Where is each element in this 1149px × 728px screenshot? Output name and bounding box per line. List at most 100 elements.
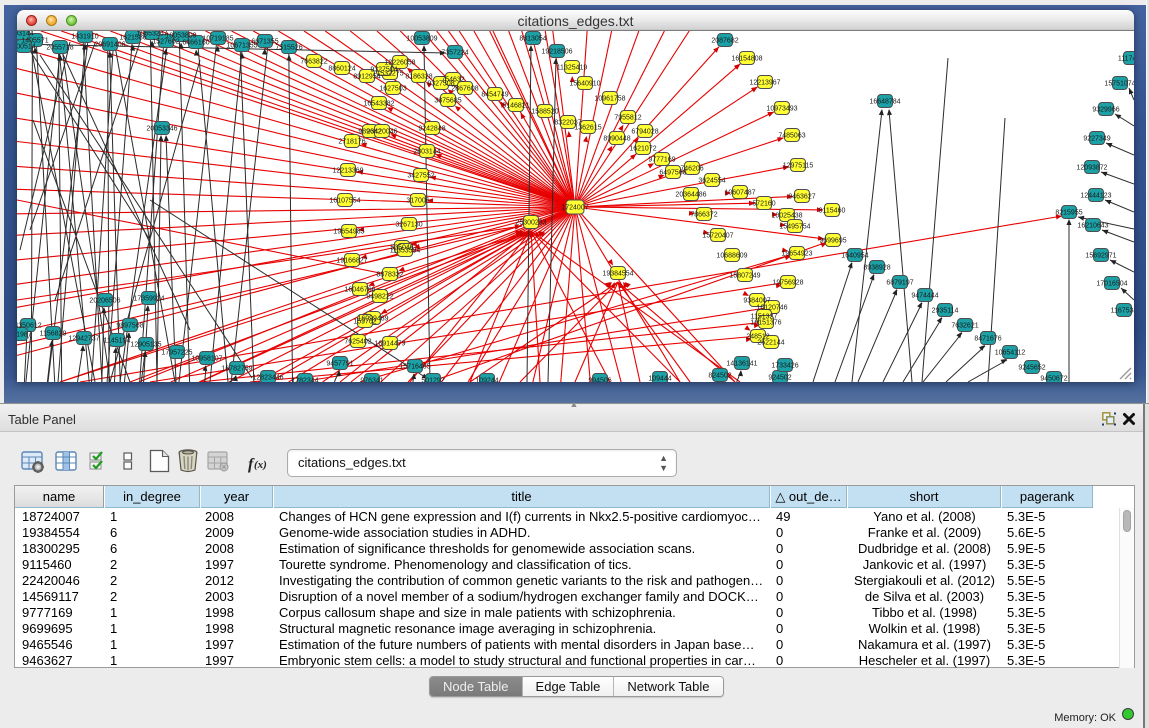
svg-text:9115460: 9115460 xyxy=(819,208,846,215)
svg-text:10973493: 10973493 xyxy=(766,106,797,113)
svg-text:9463627: 9463627 xyxy=(788,194,815,201)
svg-text:16154808: 16154808 xyxy=(731,56,762,63)
svg-text:991987: 991987 xyxy=(17,332,32,339)
svg-text:10607487: 10607487 xyxy=(724,190,755,197)
svg-text:1724007: 1724007 xyxy=(561,205,588,212)
svg-text:6879197: 6879197 xyxy=(886,280,913,287)
svg-text:1527602: 1527602 xyxy=(152,39,179,46)
svg-text:159702: 159702 xyxy=(353,319,376,326)
svg-text:1362615: 1362615 xyxy=(574,125,601,132)
svg-text:19654923: 19654923 xyxy=(781,251,812,258)
svg-text:19756928: 19756928 xyxy=(772,280,803,287)
svg-text:317006: 317006 xyxy=(406,198,429,205)
svg-text:17016504: 17016504 xyxy=(1096,281,1127,288)
svg-text:16120746: 16120746 xyxy=(756,305,787,312)
svg-text:9699695: 9699695 xyxy=(819,238,846,245)
svg-text:12213369: 12213369 xyxy=(332,168,363,175)
svg-text:9897568: 9897568 xyxy=(116,323,143,330)
svg-text:9329966: 9329966 xyxy=(1092,107,1119,114)
svg-text:746206: 746206 xyxy=(680,166,703,173)
svg-text:3624554: 3624554 xyxy=(698,178,725,185)
svg-text:9146821: 9146821 xyxy=(502,103,529,110)
svg-text:12444123: 12444123 xyxy=(1080,193,1111,200)
svg-text:15751074: 15751074 xyxy=(1104,81,1134,88)
svg-text:15720407: 15720407 xyxy=(702,233,733,240)
svg-text:17359924: 17359924 xyxy=(133,296,164,303)
svg-text:2522144: 2522144 xyxy=(757,340,784,347)
svg-text:15692971: 15692971 xyxy=(1085,253,1116,260)
svg-text:994506: 994506 xyxy=(588,378,611,383)
svg-text:8860124: 8860124 xyxy=(328,66,355,73)
svg-text:993144: 993144 xyxy=(17,31,34,38)
svg-text:16648784: 16648784 xyxy=(869,99,900,106)
svg-text:12975115: 12975115 xyxy=(783,163,814,170)
svg-text:2718176: 2718176 xyxy=(338,139,365,146)
svg-text:12093872: 12093872 xyxy=(1076,165,1107,172)
svg-text:4350612: 4350612 xyxy=(17,323,42,330)
svg-text:2055718: 2055718 xyxy=(46,45,73,52)
svg-text:3267130: 3267130 xyxy=(395,222,422,229)
svg-text:8215955: 8215955 xyxy=(1055,210,1082,217)
svg-text:9450672: 9450672 xyxy=(1040,376,1067,383)
svg-text:2867608: 2867608 xyxy=(451,86,478,93)
svg-text:1331910: 1331910 xyxy=(71,34,98,41)
svg-text:9245652: 9245652 xyxy=(1018,365,1045,372)
svg-text:16046766: 16046766 xyxy=(344,287,375,294)
svg-text:11325419: 11325419 xyxy=(557,65,588,72)
svg-text:824502: 824502 xyxy=(708,373,731,380)
svg-text:10719185: 10719185 xyxy=(202,36,233,43)
svg-text:9384007: 9384007 xyxy=(743,298,770,305)
svg-text:1621072: 1621072 xyxy=(629,146,656,153)
svg-text:3427552: 3427552 xyxy=(407,173,434,180)
svg-text:23420046: 23420046 xyxy=(366,129,397,136)
svg-text:20364486: 20364486 xyxy=(675,192,706,199)
svg-text:109444: 109444 xyxy=(648,376,671,383)
svg-text:15495754: 15495754 xyxy=(779,224,810,231)
svg-text:3875685: 3875685 xyxy=(434,98,461,105)
svg-text:9777169: 9777169 xyxy=(648,157,675,164)
svg-text:6794028: 6794028 xyxy=(631,129,658,136)
svg-text:1167534: 1167534 xyxy=(1111,308,1134,315)
svg-text:25300233: 25300233 xyxy=(515,220,546,227)
svg-text:10053809: 10053809 xyxy=(406,36,437,43)
svg-text:1627503: 1627503 xyxy=(379,86,406,93)
svg-text:7955812: 7955812 xyxy=(614,115,641,122)
svg-text:15716485: 15716485 xyxy=(399,364,430,371)
svg-text:12942737: 12942737 xyxy=(68,336,99,343)
svg-text:9242848: 9242848 xyxy=(418,126,445,133)
svg-text:19166827: 19166827 xyxy=(336,258,367,265)
svg-text:19218506: 19218506 xyxy=(541,49,572,56)
svg-text:2803144: 2803144 xyxy=(413,149,440,156)
svg-text:10688609: 10688609 xyxy=(716,253,747,260)
svg-text:572160: 572160 xyxy=(752,201,775,208)
svg-text:11353594: 11353594 xyxy=(390,248,421,255)
svg-text:9327504: 9327504 xyxy=(370,67,397,74)
svg-text:12213967: 12213967 xyxy=(749,80,780,87)
svg-text:16782759: 16782759 xyxy=(221,366,252,373)
svg-text:7866372: 7866372 xyxy=(690,212,717,219)
svg-text:8471676: 8471676 xyxy=(974,336,1001,343)
svg-text:16210643: 16210643 xyxy=(1077,223,1108,230)
svg-text:7625402: 7625402 xyxy=(344,339,371,346)
svg-text:9457791: 9457791 xyxy=(326,361,353,368)
svg-text:7357224: 7357224 xyxy=(441,50,468,57)
svg-text:10654112: 10654112 xyxy=(995,350,1026,357)
svg-text:7515526: 7515526 xyxy=(275,45,302,52)
svg-text:12905135: 12905135 xyxy=(130,342,161,349)
svg-text:20206506: 20206506 xyxy=(89,298,120,305)
svg-text:8990448: 8990448 xyxy=(603,136,630,143)
svg-text:501292: 501292 xyxy=(421,378,444,383)
svg-text:1733426: 1733426 xyxy=(771,363,798,370)
svg-text:2087682: 2087682 xyxy=(711,38,738,45)
svg-text:(x): (x) xyxy=(254,459,267,471)
svg-text:12226058: 12226058 xyxy=(384,60,415,67)
svg-text:1588520: 1588520 xyxy=(531,109,558,116)
svg-text:9227349: 9227349 xyxy=(1083,136,1110,143)
svg-text:17957225: 17957225 xyxy=(161,350,192,357)
svg-text:8938928: 8938928 xyxy=(863,265,890,272)
svg-text:754632: 754632 xyxy=(441,77,464,84)
svg-text:8813054: 8813054 xyxy=(519,36,546,43)
svg-text:924502: 924502 xyxy=(768,375,791,382)
svg-text:9474444: 9474444 xyxy=(911,293,938,300)
svg-text:109244: 109244 xyxy=(475,378,498,383)
